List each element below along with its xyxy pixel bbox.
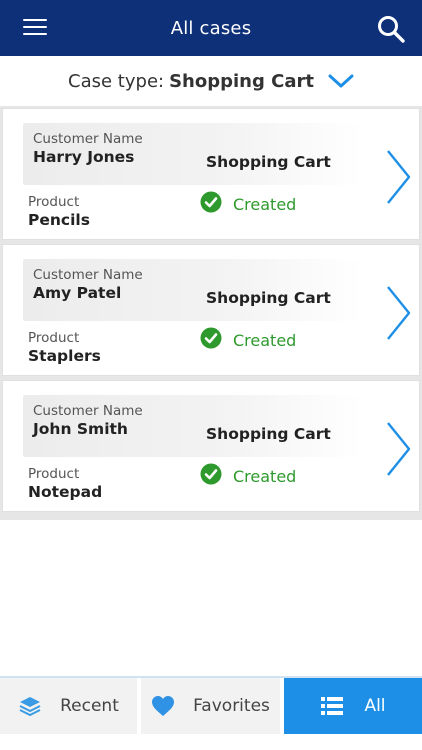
tab-all-label: All (364, 696, 386, 716)
check-circle-icon (200, 191, 222, 213)
case-type-text: Shopping Cart (206, 153, 331, 171)
chevron-right-icon[interactable] (384, 421, 412, 477)
chevron-right-icon[interactable] (384, 285, 412, 341)
product-label: Product (28, 194, 80, 210)
bottom-tab-bar: Recent Favorites All (0, 678, 422, 734)
customer-name-label: Customer Name (33, 131, 143, 147)
customer-name-value: John Smith (33, 420, 128, 438)
tab-recent-label: Recent (60, 696, 119, 716)
heart-icon (152, 696, 175, 716)
layers-icon (19, 697, 41, 717)
status-text: Created (233, 195, 297, 214)
customer-name-label: Customer Name (33, 267, 143, 283)
product-value: Notepad (28, 483, 103, 501)
product-value: Staplers (28, 347, 101, 365)
status-text: Created (233, 467, 297, 486)
product-value: Pencils (28, 211, 90, 229)
chevron-right-icon[interactable] (384, 149, 412, 205)
case-type-label: Case type: (68, 70, 165, 92)
case-card[interactable]: Customer Name John Smith Shopping Cart P… (2, 380, 420, 512)
tab-all[interactable]: All (284, 678, 422, 734)
page-title: All cases (170, 17, 252, 39)
check-circle-icon (200, 327, 222, 349)
case-type-filter[interactable]: Case type: Shopping Cart (0, 60, 422, 102)
case-list: Customer Name Harry Jones Shopping Cart … (0, 106, 422, 520)
customer-name-value: Harry Jones (33, 148, 135, 166)
list-icon (321, 697, 344, 715)
tab-favorites-label: Favorites (193, 696, 270, 716)
case-type-text: Shopping Cart (206, 425, 331, 443)
product-label: Product (28, 466, 80, 482)
status-text: Created (233, 331, 297, 350)
case-card[interactable]: Customer Name Harry Jones Shopping Cart … (2, 108, 420, 240)
tab-favorites[interactable]: Favorites (141, 678, 284, 734)
product-label: Product (28, 330, 80, 346)
tab-recent[interactable]: Recent (0, 678, 141, 734)
case-card[interactable]: Customer Name Amy Patel Shopping Cart Pr… (2, 244, 420, 376)
customer-name-value: Amy Patel (33, 284, 122, 302)
app-header: All cases (0, 0, 422, 56)
case-type-text: Shopping Cart (206, 289, 331, 307)
search-icon[interactable] (376, 14, 406, 44)
customer-name-label: Customer Name (33, 403, 143, 419)
check-circle-icon (200, 463, 222, 485)
case-type-value: Shopping Cart (169, 70, 314, 92)
chevron-down-icon[interactable] (328, 73, 354, 89)
hamburger-menu-icon[interactable] (23, 19, 47, 37)
